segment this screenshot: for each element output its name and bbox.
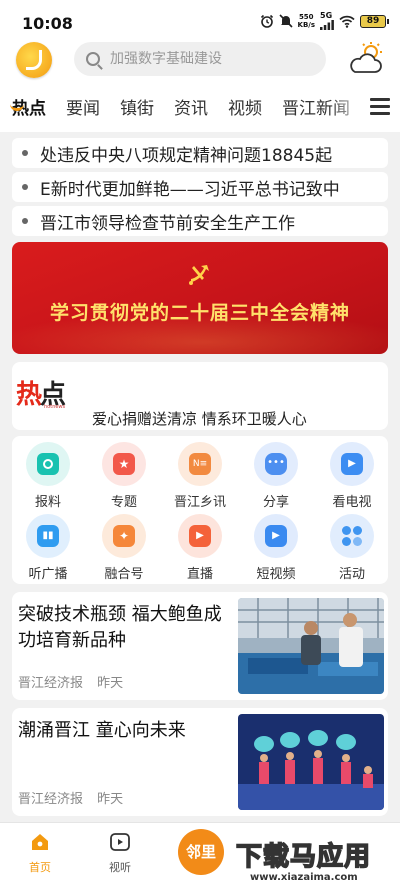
camera-icon xyxy=(26,442,70,486)
grid-icon xyxy=(330,514,374,558)
news-meta: 晋江经济报 昨天 xyxy=(18,788,123,807)
wifi-icon xyxy=(339,15,355,28)
radio-icon: ▮▮ xyxy=(26,514,70,558)
service-label: 融合号 xyxy=(104,567,144,582)
headline-text: E新时代更加鲜艳——习近平总书记致中 xyxy=(40,179,340,200)
service-item-media[interactable]: ✦ 融合号 xyxy=(94,514,154,582)
news-card[interactable]: 潮涌晋江 童心向未来 晋江经济报 昨天 xyxy=(12,708,388,816)
mute-icon xyxy=(278,14,293,28)
signal-icon xyxy=(320,20,334,30)
nav-listen-label: 视听 xyxy=(109,861,131,874)
tab-video[interactable]: 视频 xyxy=(228,94,262,119)
alarm-icon xyxy=(260,14,273,28)
watermark-main: 下载马应用 xyxy=(235,841,372,873)
headline-item[interactable]: 晋江市领导检查节前安全生产工作 xyxy=(12,206,388,236)
hot-news-text: 爱心捐赠送清凉 情系环卫暖人心 xyxy=(92,410,307,428)
top-header xyxy=(0,40,400,82)
news-time: 昨天 xyxy=(97,792,124,807)
nav-home-label: 首页 xyxy=(29,861,51,874)
tab-towns[interactable]: 镇街 xyxy=(120,94,154,119)
service-item-report[interactable]: 报料 xyxy=(18,442,78,510)
hot-logo-sub: hotnews xyxy=(44,404,66,410)
status-icons: 550 KB/s 5G 89 xyxy=(260,12,389,30)
party-emblem-icon xyxy=(189,265,209,285)
service-label: 专题 xyxy=(110,495,137,510)
news-time: 昨天 xyxy=(97,676,124,691)
service-item-topics[interactable]: ★ 专题 xyxy=(94,442,154,510)
headline-list: 处违反中央八项规定精神问题18845起 E新时代更加鲜艳——习近平总书记致中 晋… xyxy=(12,138,388,240)
service-label: 分享 xyxy=(262,495,289,510)
tab-news[interactable]: 要闻 xyxy=(66,94,100,119)
service-item-radio[interactable]: ▮▮ 听广播 xyxy=(18,514,78,582)
headline-item[interactable]: E新时代更加鲜艳——习近平总书记致中 xyxy=(12,172,388,202)
news-icon: N≡ xyxy=(178,442,222,486)
service-item-local-news[interactable]: N≡ 晋江乡讯 xyxy=(170,442,230,510)
live-icon: ▶ xyxy=(178,514,222,558)
net-speed: 550 KB/s xyxy=(297,13,315,29)
nav-home[interactable]: 首页 xyxy=(15,831,65,875)
hot-news-card[interactable]: 热点 hotnews 爱心捐赠送清凉 情系环卫暖人心 xyxy=(12,362,388,430)
service-item-live[interactable]: ▶ 直播 xyxy=(170,514,230,582)
video-play-icon: ▶ xyxy=(254,514,298,558)
service-item-share[interactable]: ••• 分享 xyxy=(246,442,306,510)
service-label: 短视频 xyxy=(256,567,296,582)
news-thumbnail xyxy=(238,598,384,694)
category-tabs: 热点 要闻 镇街 资讯 视频 晋江新闻 xyxy=(12,94,367,119)
status-time: 10:08 xyxy=(22,14,73,33)
news-meta: 晋江经济报 昨天 xyxy=(18,672,123,691)
headline-text: 处违反中央八项规定精神问题18845起 xyxy=(40,145,333,166)
battery-icon: 89 xyxy=(360,14,389,28)
sparkle-icon: ✦ xyxy=(102,514,146,558)
banner-text: 学习贯彻党的二十届三中全会精神 xyxy=(49,302,350,324)
news-source: 晋江经济报 xyxy=(18,676,84,691)
bullet-icon xyxy=(22,150,28,156)
app-logo[interactable] xyxy=(16,42,52,78)
headline-text: 晋江市领导检查节前安全生产工作 xyxy=(40,213,295,234)
bullet-icon xyxy=(22,218,28,224)
news-title: 潮涌晋江 童心向未来 xyxy=(18,720,186,741)
service-grid: 报料 ★ 专题 N≡ 晋江乡讯 ••• 分享 ▶ 看电视 ▮▮ 听广播 ✦ 融合… xyxy=(12,436,388,584)
news-title: 突破技术瓶颈 福大鲍鱼成功培育新品种 xyxy=(18,604,222,651)
search-icon xyxy=(86,52,100,66)
service-label: 活动 xyxy=(338,567,365,582)
weather-icon[interactable] xyxy=(346,42,384,76)
star-badge-icon: ★ xyxy=(102,442,146,486)
play-icon xyxy=(110,833,130,851)
service-label: 看电视 xyxy=(332,495,372,510)
service-item-short-video[interactable]: ▶ 短视频 xyxy=(246,514,306,582)
service-label: 报料 xyxy=(34,495,61,510)
news-source: 晋江经济报 xyxy=(18,792,84,807)
status-bar: 10:08 550 KB/s 5G 89 xyxy=(0,0,400,40)
nav-listen[interactable]: 视听 xyxy=(95,831,145,875)
chat-bubble-icon: ••• xyxy=(254,442,298,486)
headline-item[interactable]: 处违反中央八项规定精神问题18845起 xyxy=(12,138,388,168)
network-type: 5G xyxy=(320,12,334,30)
service-item-events[interactable]: 活动 xyxy=(322,514,382,582)
watermark-url: www.xiazaima.com xyxy=(250,872,358,883)
watermark: 下载马应用 www.xiazaima.com xyxy=(235,836,396,886)
search-bar[interactable] xyxy=(74,42,326,76)
service-label: 直播 xyxy=(186,567,213,582)
tv-icon: ▶ xyxy=(330,442,374,486)
news-thumbnail xyxy=(238,714,384,810)
home-icon xyxy=(32,834,48,850)
bullet-icon xyxy=(22,184,28,190)
news-card[interactable]: 突破技术瓶颈 福大鲍鱼成功培育新品种 晋江经济报 昨天 xyxy=(12,592,388,700)
service-item-tv[interactable]: ▶ 看电视 xyxy=(322,442,382,510)
tab-info[interactable]: 资讯 xyxy=(174,94,208,119)
search-input[interactable] xyxy=(110,51,310,67)
service-label: 晋江乡讯 xyxy=(173,495,226,510)
service-label: 听广播 xyxy=(28,567,68,582)
tabs-fade xyxy=(330,92,368,120)
menu-icon[interactable] xyxy=(370,98,390,116)
banner[interactable]: 学习贯彻党的二十届三中全会精神 xyxy=(12,242,388,354)
category-tab-bar: 热点 要闻 镇街 资讯 视频 晋江新闻 xyxy=(0,82,400,132)
nav-neighborhood-button[interactable]: 邻里 xyxy=(178,829,224,875)
